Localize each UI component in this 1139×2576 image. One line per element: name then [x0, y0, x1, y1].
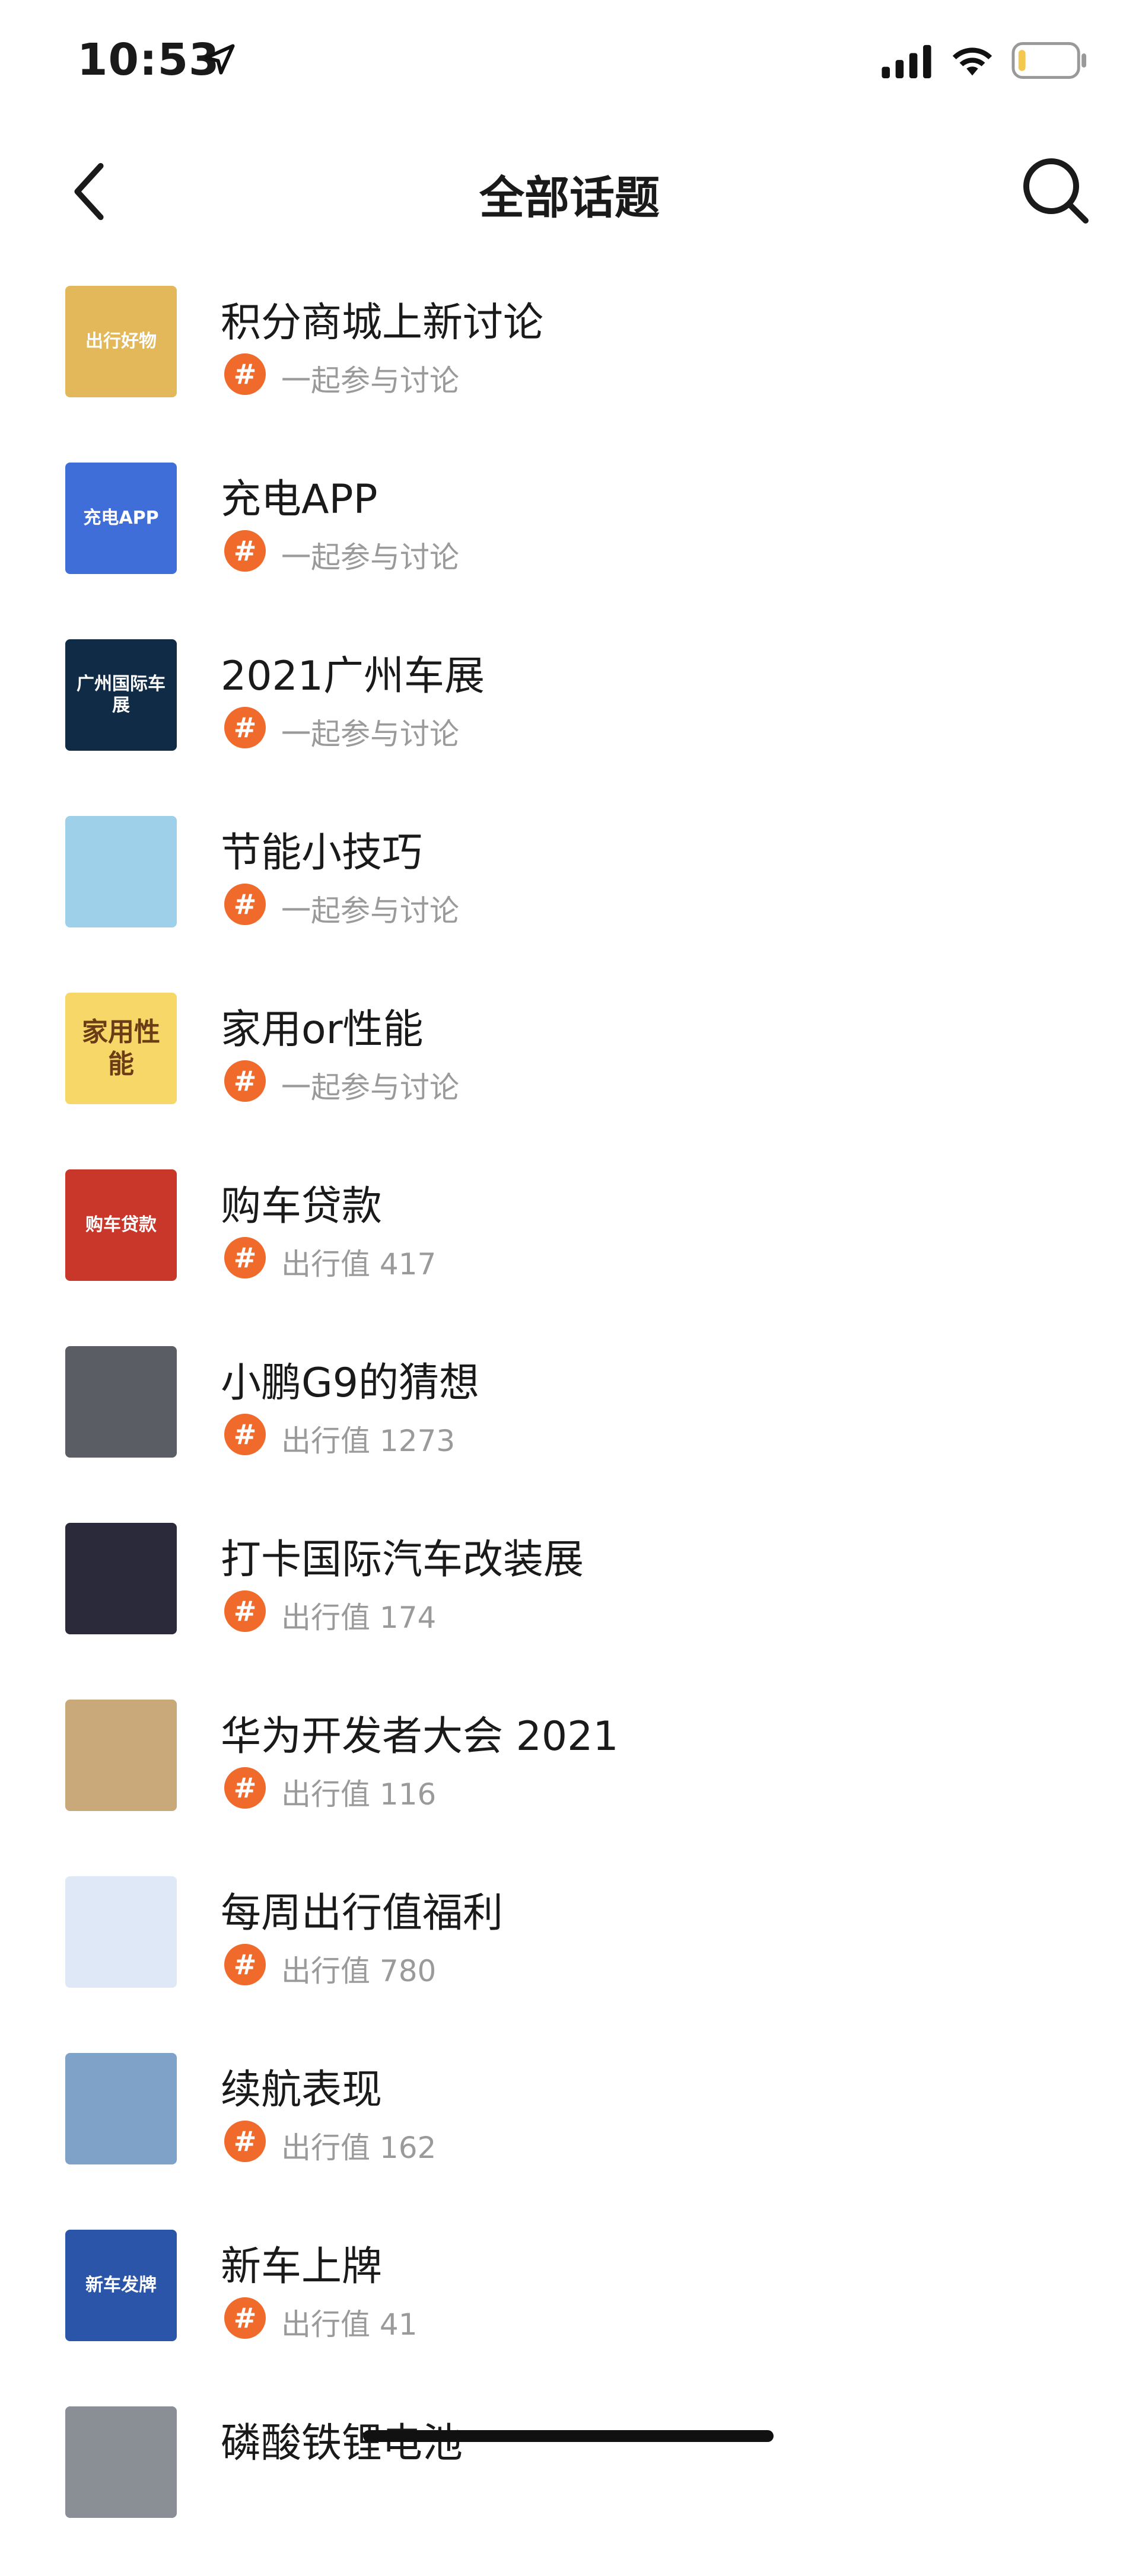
topic-thumbnail — [65, 1523, 177, 1634]
hashtag-icon: # — [224, 1060, 266, 1102]
topic-thumbnail — [65, 1876, 177, 1988]
topic-title: 购车贷款 — [221, 1183, 383, 1230]
topic-title: 积分商城上新讨论 — [221, 299, 544, 346]
topic-title: 华为开发者大会 2021 — [221, 1713, 619, 1760]
topic-item[interactable]: 小鹏G9的猜想 # 出行值 1273 — [0, 1339, 1139, 1516]
topic-item[interactable]: 家用性能 家用or性能 # 一起参与讨论 — [0, 986, 1139, 1162]
topic-title: 充电APP — [221, 476, 378, 523]
search-icon[interactable] — [1019, 154, 1090, 225]
topic-item[interactable]: 出行好物 积分商城上新讨论 # 一起参与讨论 — [0, 279, 1139, 455]
topic-subtitle: 一起参与讨论 — [281, 1070, 459, 1105]
status-time: 10:53 — [77, 34, 220, 85]
wifi-icon — [952, 47, 992, 76]
topic-item[interactable]: 每周出行值福利 # 出行值 780 — [0, 1869, 1139, 2046]
topic-title: 节能小技巧 — [221, 830, 423, 876]
topic-item[interactable]: 充电APP 充电APP # 一起参与讨论 — [0, 455, 1139, 632]
topic-thumbnail — [65, 816, 177, 927]
topic-title: 2021广州车展 — [221, 653, 485, 700]
thumbnail-text: 充电APP — [83, 508, 159, 528]
topic-subtitle: 出行值 162 — [281, 2131, 437, 2165]
hashtag-icon: # — [224, 530, 266, 572]
home-indicator — [363, 2430, 774, 2442]
thumbnail-text: 新车发牌 — [85, 2275, 157, 2296]
hashtag-icon: # — [224, 1767, 266, 1809]
topic-item[interactable]: 磷酸铁锂电池 — [0, 2399, 1139, 2576]
topic-item[interactable]: 购车贷款 购车贷款 # 出行值 417 — [0, 1162, 1139, 1339]
hashtag-icon: # — [224, 1237, 266, 1279]
hashtag-icon: # — [224, 884, 266, 925]
topic-item[interactable]: 节能小技巧 # 一起参与讨论 — [0, 809, 1139, 986]
topic-subtitle: 出行值 41 — [281, 2307, 418, 2342]
battery-icon — [1011, 42, 1087, 79]
hashtag-icon: # — [224, 1590, 266, 1632]
location-arrow-icon — [204, 44, 235, 75]
topic-title: 小鹏G9的猜想 — [221, 1360, 479, 1407]
topic-title: 家用or性能 — [221, 1006, 424, 1053]
page-title: 全部话题 — [479, 171, 660, 224]
topic-thumbnail: 购车贷款 — [65, 1169, 177, 1281]
topic-subtitle: 出行值 116 — [281, 1777, 437, 1812]
hashtag-icon: # — [224, 707, 266, 748]
topic-item[interactable]: 华为开发者大会 2021 # 出行值 116 — [0, 1692, 1139, 1869]
hashtag-icon: # — [224, 2121, 266, 2162]
hashtag-icon: # — [224, 1944, 266, 1985]
topic-title: 新车上牌 — [221, 2243, 383, 2290]
thumbnail-text: 家用性能 — [82, 1017, 160, 1079]
hashtag-icon: # — [224, 1414, 266, 1455]
topic-thumbnail — [65, 1346, 177, 1458]
topic-item[interactable]: 打卡国际汽车改装展 # 出行值 174 — [0, 1516, 1139, 1692]
topic-thumbnail: 出行好物 — [65, 286, 177, 397]
topic-item[interactable]: 广州国际车展 2021广州车展 # 一起参与讨论 — [0, 632, 1139, 809]
hashtag-icon: # — [224, 353, 266, 395]
topic-subtitle: 一起参与讨论 — [281, 364, 459, 398]
hashtag-icon: # — [224, 2297, 266, 2339]
thumbnail-text: 广州国际车展 — [77, 674, 166, 716]
topic-item[interactable]: 新车发牌 新车上牌 # 出行值 41 — [0, 2223, 1139, 2399]
nav-bar: 全部话题 — [0, 148, 1139, 231]
topic-thumbnail — [65, 2406, 177, 2518]
topic-thumbnail — [65, 1700, 177, 1811]
topic-thumbnail: 广州国际车展 — [65, 639, 177, 751]
topic-subtitle: 一起参与讨论 — [281, 717, 459, 751]
topic-thumbnail — [65, 2053, 177, 2164]
topic-subtitle: 出行值 417 — [281, 1247, 437, 1281]
topic-title: 每周出行值福利 — [221, 1890, 504, 1937]
status-bar: 10:53 — [0, 0, 1139, 119]
topic-subtitle: 出行值 174 — [281, 1601, 437, 1635]
thumbnail-text: 出行好物 — [85, 331, 157, 352]
thumbnail-text: 购车贷款 — [85, 1214, 157, 1235]
topic-subtitle: 一起参与讨论 — [281, 540, 459, 575]
topic-title: 续航表现 — [221, 2067, 383, 2113]
topic-thumbnail: 家用性能 — [65, 993, 177, 1104]
topic-list: 出行好物 积分商城上新讨论 # 一起参与讨论 充电APP 充电APP # 一起参与讨论 广州国际… — [0, 279, 1139, 2576]
topic-thumbnail: 新车发牌 — [65, 2230, 177, 2341]
topic-subtitle: 出行值 780 — [281, 1954, 437, 1988]
cellular-signal-icon — [882, 44, 931, 78]
topic-item[interactable]: 续航表现 # 出行值 162 — [0, 2046, 1139, 2223]
topic-subtitle: 一起参与讨论 — [281, 894, 459, 928]
topic-title: 打卡国际汽车改装展 — [221, 1536, 584, 1583]
topic-thumbnail: 充电APP — [65, 463, 177, 574]
topic-subtitle: 出行值 1273 — [281, 1424, 456, 1458]
